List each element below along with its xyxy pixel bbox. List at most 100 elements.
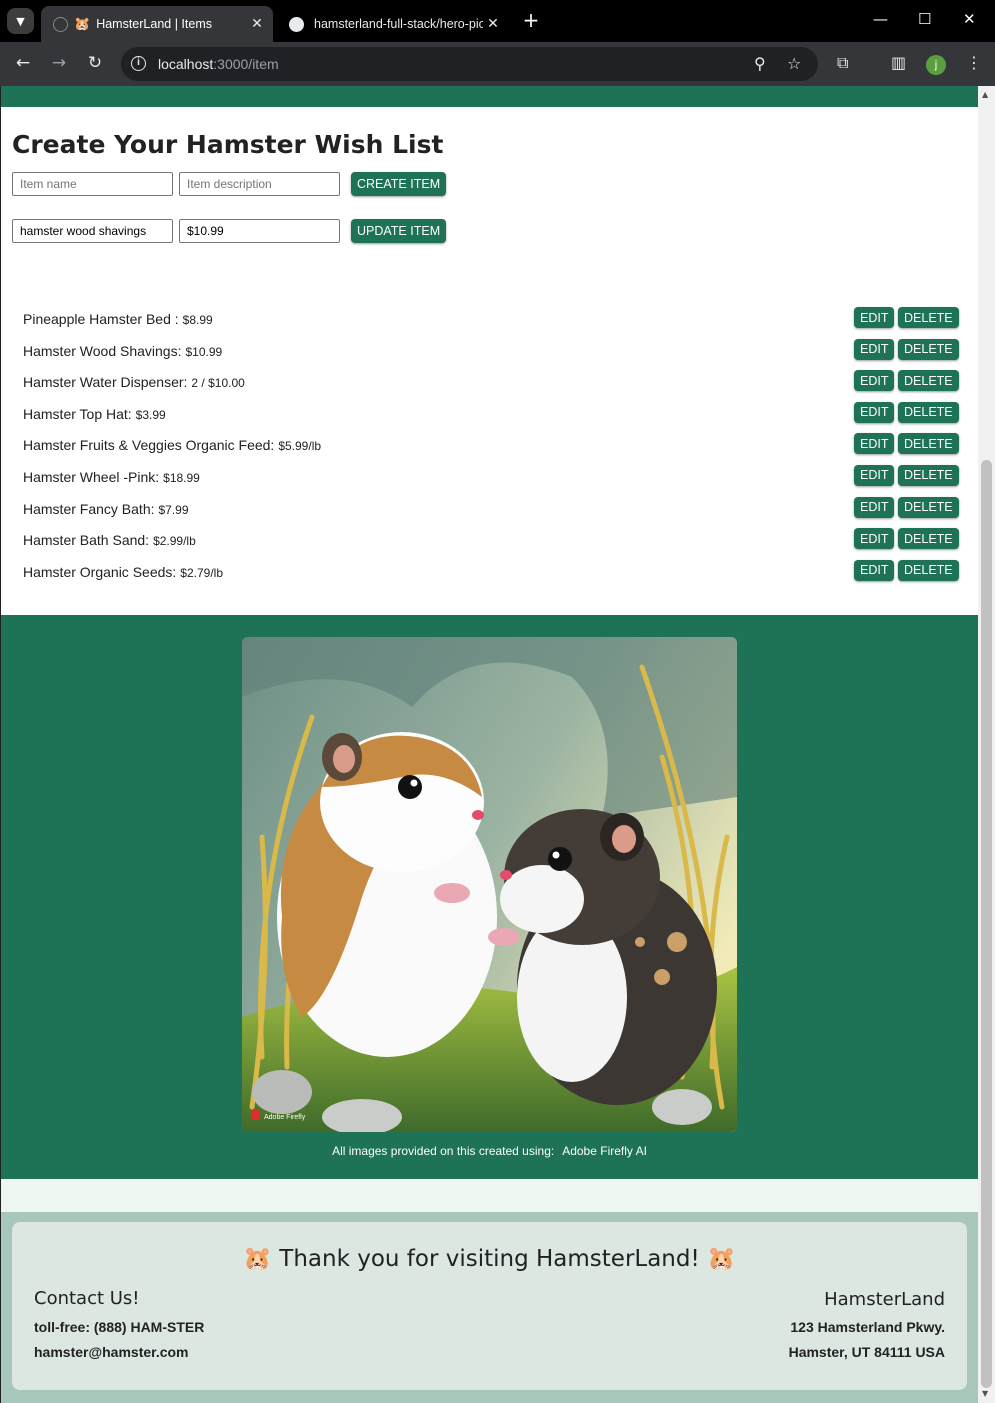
edit-button[interactable]: EDIT [854, 496, 895, 518]
site-info-icon[interactable]: i [131, 56, 146, 71]
profile-avatar[interactable]: j [926, 55, 946, 75]
hamster-favicon-icon: 🐹 [74, 16, 91, 32]
edit-button[interactable]: EDIT [854, 559, 895, 581]
item-price: $2.79/lb [180, 565, 223, 580]
delete-button[interactable]: DELETE [898, 307, 959, 328]
item-name: Hamster Water Dispenser: 2 / $10.00 [23, 374, 245, 391]
browser-tab-strip: ▼ 🐹 HamsterLand | Items ✕ hamsterland-fu… [0, 0, 995, 42]
address-line-2: Hamster, UT 84111 USA [788, 1344, 945, 1360]
item-price: $5.99/lb [278, 439, 322, 454]
close-tab-icon[interactable]: ✕ [483, 16, 503, 32]
list-item: Hamster Water Dispenser: 2 / $10.00 EDIT … [23, 370, 959, 402]
item-price: 2 / $10.00 [191, 376, 245, 391]
item-price: $10.99 [185, 344, 223, 359]
item-name: Hamster Wood Shavings: $10.99 [23, 342, 223, 359]
tab-hamsterland-items[interactable]: 🐹 HamsterLand | Items ✕ [41, 6, 273, 42]
edit-button[interactable]: EDIT [854, 370, 895, 392]
delete-button[interactable]: DELETE [898, 496, 959, 518]
delete-button[interactable]: DELETE [898, 338, 959, 360]
item-description-input[interactable] [179, 172, 340, 196]
update-name-input[interactable] [12, 219, 173, 243]
side-panel-icon[interactable]: ▥ [891, 53, 906, 72]
window-close-icon[interactable]: ✕ [963, 10, 976, 28]
page-title: Create Your Hamster Wish List [12, 130, 444, 159]
browser-toolbar: ← → ↻ i localhost:3000/item ⚲ ☆ ⧉ ▥ ⋮ [0, 42, 995, 86]
delete-button[interactable]: DELETE [898, 528, 959, 550]
spacer-band [1, 1179, 978, 1212]
zoom-icon[interactable]: ⚲ [754, 54, 766, 73]
address-bar[interactable]: i localhost:3000/item ⚲ ☆ [121, 47, 818, 81]
item-name: Hamster Bath Sand: $2.99/lb [23, 532, 196, 549]
item-name: Hamster Fruits & Veggies Organic Feed: $5… [23, 437, 322, 454]
footer-thanks: 🐹 Thank you for visiting HamsterLand! 🐹 [243, 1246, 736, 1272]
list-item: Hamster Wheel -Pink: $18.99 EDIT DELETE [23, 464, 959, 497]
item-name-input[interactable] [12, 172, 173, 196]
list-item: Hamster Organic Seeds: $2.79/lb EDIT DELE… [23, 559, 959, 592]
tab-title: hamsterland-full-stack/hero-pic [314, 17, 483, 31]
edit-button[interactable]: EDIT [854, 401, 895, 423]
list-item: Hamster Bath Sand: $2.99/lb EDIT DELETE [23, 528, 959, 560]
delete-button[interactable]: DELETE [898, 370, 959, 392]
list-item: Hamster Fancy Bath: $7.99 EDIT DELETE [23, 496, 959, 529]
item-name: Hamster Organic Seeds: $2.79/lb [23, 563, 223, 580]
delete-button[interactable]: DELETE [898, 401, 959, 423]
update-price-input[interactable] [179, 219, 340, 243]
edit-button[interactable]: EDIT [854, 307, 895, 328]
adobe-firefly-link[interactable]: Adobe Firefly AI [562, 1144, 647, 1158]
page-viewport: Create Your Hamster Wish List CREATE ITE… [1, 86, 978, 1403]
github-icon [289, 16, 304, 32]
list-item: Hamster Wood Shavings: $10.99 EDIT DELETE [23, 338, 959, 371]
extensions-icon[interactable]: ⧉ [837, 53, 848, 73]
forward-arrow-icon[interactable]: → [48, 53, 70, 73]
scroll-up-icon[interactable]: ▲ [982, 90, 988, 99]
footer-brand: HamsterLand [824, 1289, 945, 1310]
email-address[interactable]: hamster@hamster.com [34, 1344, 189, 1360]
tab-github[interactable]: hamsterland-full-stack/hero-pic ✕ [277, 6, 509, 42]
item-name: Hamster Fancy Bath: $7.99 [23, 500, 189, 517]
credit-text: All images provided on this created usin… [332, 1144, 555, 1158]
page-scrollbar[interactable]: ▲ ▼ [978, 86, 995, 1403]
update-item-button[interactable]: UPDATE ITEM [351, 219, 447, 243]
tab-title: HamsterLand | Items [96, 17, 212, 31]
footer: 🐹 Thank you for visiting HamsterLand! 🐹 … [1, 1212, 978, 1403]
scroll-down-icon[interactable]: ▼ [982, 1389, 988, 1398]
hero-watermark: Adobe Firefly [264, 1114, 306, 1121]
item-price: $2.99/lb [153, 534, 196, 549]
item-price: $8.99 [182, 313, 213, 327]
list-item: Hamster Top Hat: $3.99 EDIT DELETE [23, 401, 959, 434]
header-strip [1, 86, 978, 107]
reload-icon[interactable]: ↻ [84, 53, 106, 73]
hero-section: Adobe Firefly All images provided on thi… [1, 615, 978, 1179]
item-name: Hamster Wheel -Pink: $18.99 [23, 468, 200, 485]
back-arrow-icon[interactable]: ← [12, 53, 34, 73]
tab-search-button[interactable]: ▼ [7, 8, 34, 34]
address-line-1: 123 Hamsterland Pkwy. [790, 1319, 945, 1335]
bookmark-star-icon[interactable]: ☆ [787, 54, 801, 73]
delete-button[interactable]: DELETE [898, 433, 959, 455]
delete-button[interactable]: DELETE [898, 559, 959, 581]
image-credit: All images provided on this created usin… [1, 1144, 978, 1158]
edit-button[interactable]: EDIT [854, 528, 895, 550]
item-price: $3.99 [135, 407, 166, 422]
minimize-icon[interactable]: — [873, 10, 888, 28]
item-price: $7.99 [158, 502, 189, 517]
menu-kebab-icon[interactable]: ⋮ [966, 53, 982, 72]
hero-image-hamsters: Adobe Firefly [242, 637, 737, 1132]
wish-list: Pineapple Hamster Bed : $8.99 EDIT DELETE… [23, 307, 959, 592]
item-name: Hamster Top Hat: $3.99 [23, 405, 166, 422]
create-item-button[interactable]: CREATE ITEM [351, 172, 447, 196]
delete-button[interactable]: DELETE [898, 464, 959, 486]
item-price: $18.99 [163, 470, 200, 485]
edit-button[interactable]: EDIT [854, 433, 895, 455]
close-tab-icon[interactable]: ✕ [247, 16, 267, 32]
url-text[interactable]: localhost:3000/item [158, 56, 279, 72]
list-item: Hamster Fruits & Veggies Organic Feed: $5… [23, 433, 959, 465]
scrollbar-thumb[interactable] [981, 460, 992, 1388]
globe-icon [53, 16, 68, 32]
edit-button[interactable]: EDIT [854, 338, 895, 360]
maximize-icon[interactable]: ☐ [918, 10, 931, 28]
contact-heading: Contact Us! [34, 1288, 140, 1309]
edit-button[interactable]: EDIT [854, 464, 895, 486]
phone-number: toll-free: (888) HAM-STER [34, 1319, 205, 1335]
new-tab-button[interactable]: + [520, 9, 542, 31]
